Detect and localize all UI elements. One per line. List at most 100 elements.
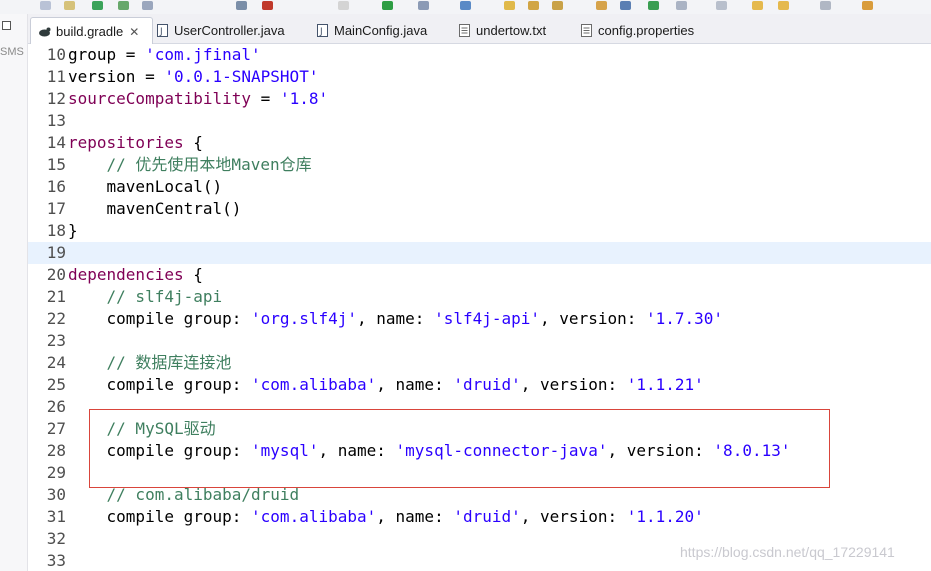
run-icon[interactable] [382,1,393,10]
code-line[interactable]: 14 repositories { [28,132,931,154]
code-line[interactable]: 11 version = '0.0.1-SNAPSHOT' [28,66,931,88]
code-line[interactable]: 17 mavenCentral() [28,198,931,220]
code-line[interactable]: 25 compile group: 'com.alibaba', name: '… [28,374,931,396]
line-code: group = 'com.jfinal' [68,44,261,66]
search-icon[interactable] [142,1,153,10]
code-line[interactable]: 19 [28,242,931,264]
gradle-file-icon [38,25,51,38]
tab-usercontroller-java[interactable]: J UserController.java [156,18,285,43]
line-number: 30 [46,485,66,504]
code-token: { [183,265,203,284]
globe-alt-icon[interactable] [620,1,631,10]
code-line[interactable]: 22 compile group: 'org.slf4j', name: 'sl… [28,308,931,330]
code-line[interactable]: 24 // 数据库连接池 [28,352,931,374]
line-code: version = '0.0.1-SNAPSHOT' [68,66,318,88]
check-icon[interactable] [92,1,103,10]
code-line[interactable]: 15 // 优先使用本地Maven仓库 [28,154,931,176]
code-token: // 优先使用本地Maven仓库 [106,155,312,174]
refresh-icon[interactable] [118,1,129,10]
code-token: '1.1.20' [626,507,704,526]
side-panel-label[interactable]: SMS [0,46,24,58]
print-icon[interactable] [40,1,51,10]
code-token: mavenCentral() [68,199,242,218]
code-line[interactable]: 12 sourceCompatibility = '1.8' [28,88,931,110]
code-token: 'com.alibaba' [251,375,377,394]
code-token: version = [68,67,165,86]
line-number: 33 [46,551,66,570]
open-task-icon[interactable] [596,1,607,10]
line-number: 20 [46,265,66,284]
restore-icon[interactable] [2,21,11,30]
code-line[interactable]: 16 mavenLocal() [28,176,931,198]
code-token: // slf4j-api [106,287,223,306]
back-arrow-icon[interactable] [752,1,763,10]
debug-icon[interactable] [64,1,75,10]
line-number: 11 [46,67,66,86]
tab-config-properties[interactable]: config.properties [580,18,694,43]
code-token: mavenLocal() [68,177,223,196]
line-number: 12 [46,89,66,108]
code-token: dependencies [68,265,184,284]
code-token: , version: [520,507,627,526]
line-number: 32 [46,529,66,548]
code-token: 'druid' [453,375,521,394]
line-code: // 数据库连接池 [68,352,232,374]
disconnect-icon[interactable] [338,1,349,10]
run-last-icon[interactable] [648,1,659,10]
line-number: 31 [46,507,66,526]
clipboard-icon[interactable] [676,1,687,10]
highlight-box [89,409,830,488]
code-token: compile group: [68,375,252,394]
code-editor[interactable]: 10 group = 'com.jfinal' 11 version = '0.0.1… [28,44,931,571]
line-number: 16 [46,177,66,196]
stop-icon[interactable] [262,1,273,10]
code-token: group = [68,45,146,64]
code-line[interactable]: 18} [28,220,931,242]
line-number: 29 [46,463,66,482]
globe-icon[interactable] [460,1,471,10]
line-code: compile group: 'com.alibaba', name: 'dru… [68,506,704,528]
code-line[interactable]: 20 dependencies { [28,264,931,286]
code-token: , name: [376,375,454,394]
line-code: compile group: 'com.alibaba', name: 'dru… [68,374,704,396]
svg-text:J: J [159,27,163,37]
code-line[interactable]: 13 [28,110,931,132]
code-line[interactable]: 31 compile group: 'com.alibaba', name: '… [28,506,931,528]
code-line[interactable]: 21 // slf4j-api [28,286,931,308]
code-token: '1.7.30' [646,309,724,328]
line-number: 28 [46,441,66,460]
line-code: sourceCompatibility = '1.8' [68,88,328,110]
tab-mainconfig-java[interactable]: J MainConfig.java [316,18,427,43]
code-token: '1.8' [279,89,329,108]
line-code: // slf4j-api [68,286,223,308]
pin-icon[interactable] [716,1,727,10]
code-token: '1.1.21' [626,375,704,394]
main-toolbar [0,0,931,15]
line-number: 17 [46,199,66,218]
open-type-icon[interactable] [528,1,539,10]
line-number: 19 [46,243,66,262]
line-number: 10 [46,45,66,64]
code-token: sourceCompatibility [68,89,252,108]
package-icon[interactable] [418,1,429,10]
server-icon[interactable] [236,1,247,10]
close-icon[interactable]: ✕ [129,25,139,39]
code-line[interactable]: 23 [28,330,931,352]
line-number: 25 [46,375,66,394]
code-token: '0.0.1-SNAPSHOT' [164,67,319,86]
line-number: 21 [46,287,66,306]
forward-arrow-icon[interactable] [778,1,789,10]
navigate-icon[interactable] [820,1,831,10]
tab-undertow-txt[interactable]: undertow.txt [458,18,546,43]
code-line[interactable]: 10 group = 'com.jfinal' [28,44,931,66]
line-number: 26 [46,397,66,416]
line-number: 23 [46,331,66,350]
tab-build-gradle[interactable]: build.gradle ✕ [30,17,153,45]
code-token: } [68,221,78,240]
edit-icon[interactable] [552,1,563,10]
code-token: 'com.alibaba' [251,507,377,526]
open-folder-icon[interactable] [504,1,515,10]
java-file-icon: J [156,24,169,37]
perspective-icon[interactable] [862,1,873,10]
